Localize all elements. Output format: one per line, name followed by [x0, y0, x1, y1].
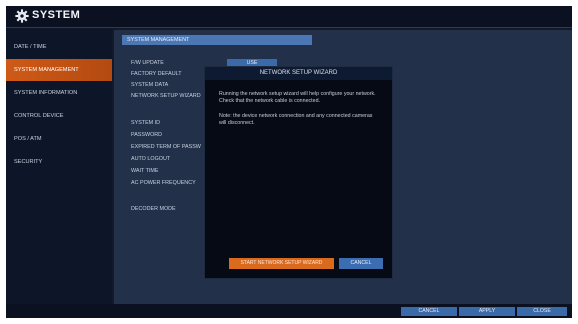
sidebar-item-system-information[interactable]: SYSTEM INFORMATION	[6, 82, 112, 104]
row-label-system-data: SYSTEM DATA	[131, 82, 169, 88]
page-title: SYSTEM	[32, 9, 81, 21]
row-label-expired-term: EXPIRED TERM OF PASSW	[131, 144, 201, 150]
row-label-decoder-mode: DECODER MODE	[131, 206, 176, 212]
sidebar-item-label: DATE / TIME	[14, 44, 47, 50]
row-label-system-id: SYSTEM ID	[131, 120, 161, 126]
sidebar-item-label: SYSTEM INFORMATION	[14, 90, 78, 96]
cancel-button[interactable]: CANCEL	[401, 307, 457, 316]
row-label-auto-logout: AUTO LOGOUT	[131, 156, 171, 162]
dialog-note: Note: the device network connection and …	[219, 113, 373, 126]
apply-button[interactable]: APPLY	[459, 307, 515, 316]
sidebar-item-label: POS / ATM	[14, 136, 42, 142]
footer-bar: CANCEL APPLY CLOSE	[6, 304, 572, 318]
gear-icon	[15, 9, 29, 23]
close-button[interactable]: CLOSE	[517, 307, 567, 316]
network-setup-wizard-dialog: NETWORK SETUP WIZARD Running the network…	[204, 66, 393, 279]
sidebar-item-label: SYSTEM MANAGEMENT	[14, 67, 79, 73]
row-label-factory-default: FACTORY DEFAULT	[131, 71, 182, 77]
start-network-setup-wizard-button[interactable]: START NETWORK SETUP WIZARD	[229, 258, 334, 269]
sidebar: DATE / TIME SYSTEM MANAGEMENT SYSTEM INF…	[6, 28, 112, 318]
section-title: SYSTEM MANAGEMENT	[127, 37, 190, 43]
row-label-fw-update: F/W UPDATE	[131, 60, 164, 66]
sidebar-item-system-management[interactable]: SYSTEM MANAGEMENT	[6, 59, 112, 81]
row-label-ac-power-frequency: AC POWER FREQUENCY	[131, 180, 196, 186]
system-screen: SYSTEM DATE / TIME SYSTEM MANAGEMENT SYS…	[6, 6, 572, 318]
sidebar-item-label: SECURITY	[14, 159, 43, 165]
sidebar-item-control-device[interactable]: CONTROL DEVICE	[6, 105, 112, 127]
row-label-password: PASSWORD	[131, 132, 163, 138]
sidebar-item-label: CONTROL DEVICE	[14, 113, 64, 119]
dialog-cancel-button[interactable]: CANCEL	[339, 258, 383, 269]
row-label-network-setup-wizard: NETWORK SETUP WIZARD	[131, 93, 201, 99]
row-label-wait-time: WAIT TIME	[131, 168, 159, 174]
header-bar: SYSTEM	[6, 6, 572, 28]
sidebar-item-date-time[interactable]: DATE / TIME	[6, 36, 112, 58]
sidebar-item-pos-atm[interactable]: POS / ATM	[6, 128, 112, 150]
dialog-title: NETWORK SETUP WIZARD	[205, 67, 392, 80]
dialog-message: Running the network setup wizard will he…	[219, 91, 376, 104]
sidebar-item-security[interactable]: SECURITY	[6, 151, 112, 173]
section-tab-system-management[interactable]: SYSTEM MANAGEMENT	[122, 35, 312, 45]
